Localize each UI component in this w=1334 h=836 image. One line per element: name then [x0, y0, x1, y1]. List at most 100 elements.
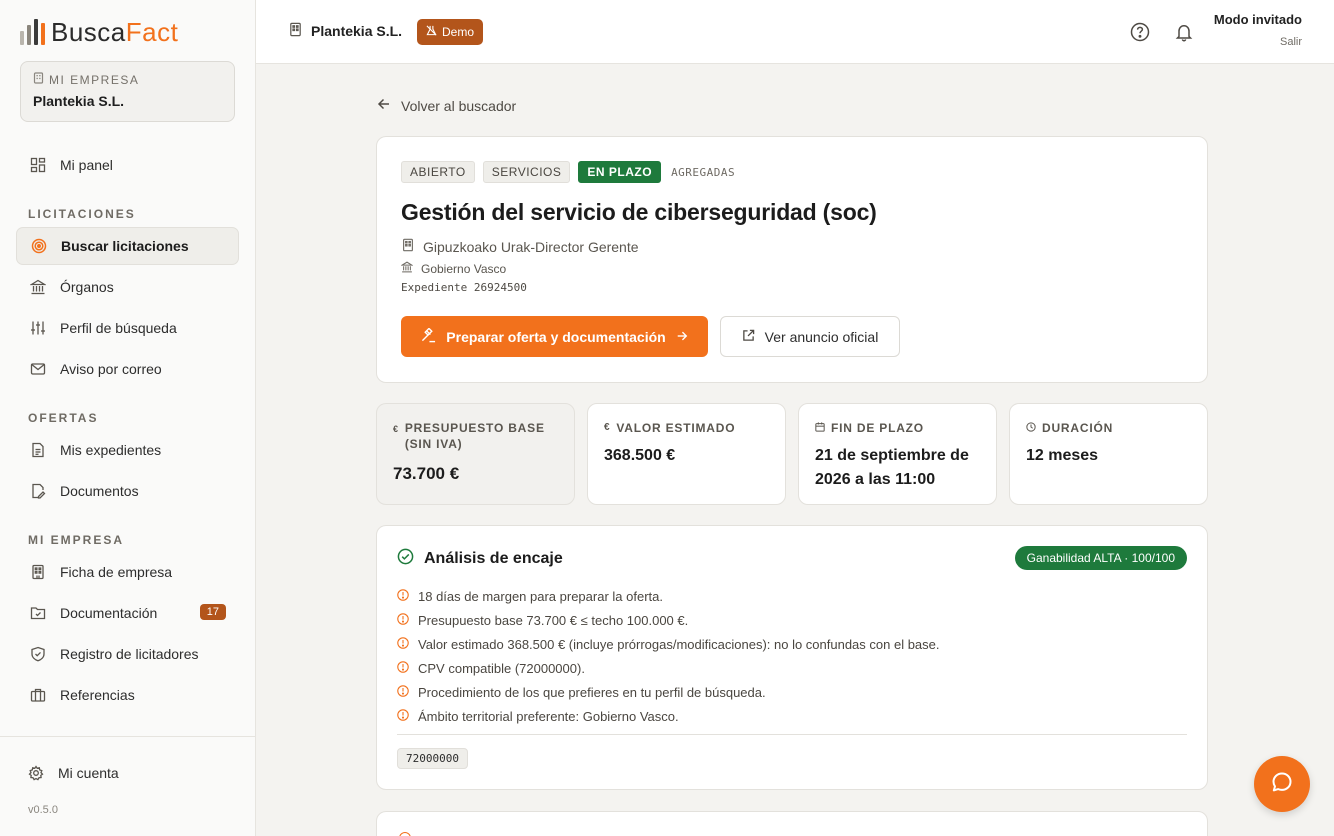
company-card: MI EMPRESA Plantekia S.L. [20, 61, 235, 122]
sidebar-item-label: Perfil de búsqueda [60, 320, 177, 336]
reason-text: Presupuesto base 73.700 € ≤ techo 100.00… [418, 612, 689, 628]
government: Gobierno Vasco [400, 261, 506, 276]
company-card-label: MI EMPRESA [49, 72, 140, 87]
building-icon [29, 563, 47, 581]
top-bar: Plantekia S.L. Demo Modo invitado Salir [256, 0, 1334, 64]
sidebar-item-label: Buscar licitaciones [61, 238, 189, 254]
stat-label: FIN DE PLAZO [831, 421, 924, 435]
stat-presupuesto-base: € PRESUPUESTO BASE (SIN IVA) 73.700 € [376, 403, 575, 505]
guest-user-menu[interactable]: Modo invitado Salir [1214, 12, 1302, 48]
source-tag: AGREGADAS [671, 165, 736, 179]
sidebar-item-buscar-licitaciones[interactable]: Buscar licitaciones [16, 227, 239, 265]
stat-label: VALOR ESTIMADO [616, 421, 736, 435]
sidebar-item-label: Mi cuenta [58, 765, 119, 781]
app-logo[interactable]: BuscaFact [20, 16, 178, 48]
list-item: Presupuesto base 73.700 € ≤ techo 100.00… [397, 608, 940, 632]
sidebar-item-aviso-correo[interactable]: Aviso por correo [16, 350, 239, 388]
stat-value: 368.500 € [604, 447, 676, 464]
demo-label: Demo [442, 25, 475, 39]
reason-text: Ámbito territorial preferente: Gobierno … [418, 708, 679, 724]
dashboard-icon [29, 156, 47, 174]
current-company: Plantekia S.L. [288, 22, 402, 40]
official-notice-button[interactable]: Ver anuncio oficial [720, 316, 900, 357]
tender-header-card: ABIERTO SERVICIOS EN PLAZO AGREGADAS Ges… [376, 136, 1208, 383]
calendar-icon [815, 420, 825, 436]
fit-analysis-title: Análisis de encaje [397, 548, 563, 570]
stat-label: DURACIÓN [1042, 421, 1114, 435]
nav-section-title: OFERTAS [28, 411, 99, 425]
info-icon [397, 612, 409, 628]
type-tag: SERVICIOS [482, 161, 571, 183]
arrow-left-icon [377, 97, 391, 114]
info-icon [397, 708, 409, 724]
sidebar-item-label: Aviso por correo [60, 361, 162, 377]
building-icon [401, 238, 415, 255]
sidebar-item-referencias[interactable]: Referencias [16, 676, 239, 714]
sidebar-item-documentacion[interactable]: Documentación 17 [16, 594, 239, 632]
stat-duracion: DURACIÓN 12 meses [1009, 403, 1208, 505]
info-icon [397, 684, 409, 700]
check-circle-icon [397, 548, 414, 570]
info-icon [397, 660, 409, 676]
stat-value: 73.700 € [393, 464, 460, 483]
sidebar-item-documentos[interactable]: Documentos [16, 472, 239, 510]
back-link-label: Volver al buscador [401, 97, 517, 114]
prepare-offer-button[interactable]: Preparar oferta y documentación [401, 316, 708, 357]
sidebar-item-mi-cuenta[interactable]: Mi cuenta [14, 754, 237, 792]
arrow-right-icon [676, 329, 688, 345]
stat-value: 12 meses [1026, 447, 1099, 464]
sidebar-item-label: Documentación [60, 605, 158, 621]
sidebar-item-ficha-empresa[interactable]: Ficha de empresa [16, 553, 239, 591]
euro-icon: € [393, 424, 399, 434]
list-item: CPV compatible (72000000). [397, 656, 940, 680]
guest-user-name: Modo invitado [1213, 12, 1302, 27]
prepare-offer-label: Preparar oferta y documentación [446, 328, 666, 345]
help-icon[interactable] [1129, 21, 1151, 43]
info-icon [397, 588, 409, 604]
sidebar-item-label: Documentos [60, 483, 139, 499]
sidebar-item-panel[interactable]: Mi panel [16, 146, 239, 184]
logout-link[interactable]: Salir [1214, 36, 1302, 48]
bank-icon [400, 261, 414, 276]
cpv-code-chip: 72000000 [397, 748, 468, 769]
list-item: Ámbito territorial preferente: Gobierno … [397, 704, 940, 728]
edit-file-icon [29, 482, 47, 500]
reason-text: Valor estimado 368.500 € (incluye prórro… [418, 636, 940, 652]
mail-icon [29, 360, 47, 378]
sidebar-item-perfil-busqueda[interactable]: Perfil de búsqueda [16, 309, 239, 347]
divider [397, 734, 1187, 735]
target-icon [30, 237, 48, 255]
logo-text: BuscaFact [51, 16, 179, 47]
shield-icon [29, 645, 47, 663]
sidebar-item-organos[interactable]: Órganos [16, 268, 239, 306]
reason-text: Procedimiento de los que prefieres en tu… [418, 684, 766, 700]
contracting-organ: Gipuzkoako Urak-Director Gerente [401, 238, 639, 255]
external-link-icon [742, 329, 755, 345]
stat-label: PRESUPUESTO BASE (SIN IVA) [404, 421, 545, 451]
documentation-count-badge: 17 [199, 604, 226, 620]
sliders-icon [29, 319, 47, 337]
tender-title: Gestión del servicio de ciberseguridad (… [401, 199, 877, 225]
gavel-icon [421, 326, 436, 346]
bank-icon [29, 278, 47, 296]
stat-fin-plazo: FIN DE PLAZO 21 de septiembre de 2026 a … [798, 403, 997, 505]
bell-icon[interactable] [1173, 21, 1195, 43]
status-tag: ABIERTO [401, 161, 475, 183]
fit-analysis-card: Análisis de encaje Ganabilidad ALTA · 10… [376, 525, 1208, 790]
chat-button[interactable] [1254, 756, 1310, 812]
list-item: Valor estimado 368.500 € (incluye prórro… [397, 632, 940, 656]
briefcase-icon [29, 686, 47, 704]
sidebar-item-registro-licitadores[interactable]: Registro de licitadores [16, 635, 239, 673]
euro-icon: € [604, 422, 611, 433]
sidebar-item-label: Referencias [60, 687, 135, 703]
info-icon [397, 636, 409, 652]
flask-off-icon [426, 25, 437, 39]
back-to-search-link[interactable]: Volver al buscador [377, 97, 516, 114]
chat-bubble-icon [1270, 770, 1294, 799]
fit-analysis-title-text: Análisis de encaje [424, 550, 563, 567]
sidebar-item-label: Órganos [60, 279, 114, 295]
nav-section-title: MI EMPRESA [28, 533, 125, 547]
sidebar-item-mis-expedientes[interactable]: Mis expedientes [16, 431, 239, 469]
official-notice-label: Ver anuncio oficial [764, 328, 879, 345]
building-icon [288, 22, 303, 40]
